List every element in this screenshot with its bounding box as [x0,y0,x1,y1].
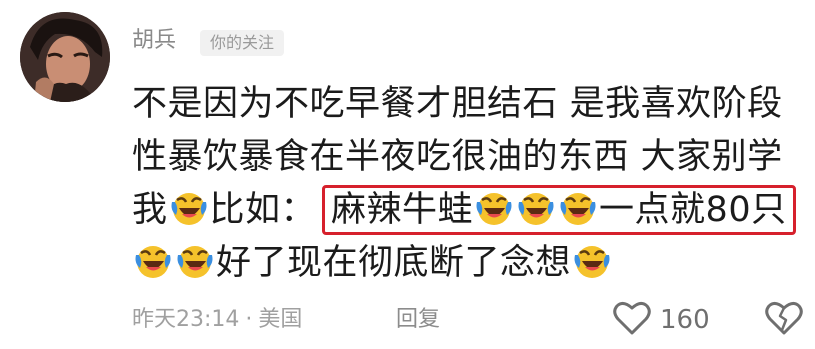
comment-meta: 昨天23:14 · 美国 [132,304,302,336]
highlight-text: 一点就80只 [599,190,787,230]
highlight-box: 麻辣牛蛙 一点就80只 [322,185,796,235]
laughing-tears-emoji-icon [558,188,598,228]
laughing-tears-emoji-icon [474,188,514,228]
avatar[interactable] [20,12,110,102]
location: 美国 [258,307,303,332]
laughing-tears-emoji-icon [133,241,173,281]
heart-icon[interactable] [612,300,652,340]
comment-text: 我 [132,190,168,230]
laughing-tears-emoji-icon [169,188,209,228]
comment-line-4: 好了现在彻底断了念想 [132,237,802,290]
comment-line-3: 我 比如： 麻辣牛蛙 一点就80只 [132,184,802,237]
reply-button[interactable]: 回复 [396,304,440,336]
laughing-tears-emoji-icon [572,241,612,281]
separator: · [245,307,253,332]
username[interactable]: 胡兵 [132,26,176,56]
comment-text: 比如： [209,190,317,230]
laughing-tears-emoji-icon [175,241,215,281]
timestamp: 昨天23:14 [132,307,240,332]
comment-line-1: 不是因为不吃早餐才胆结石 是我喜欢阶段 [132,84,783,124]
like-count: 160 [660,305,710,335]
comment-line-2: 性暴饮暴食在半夜吃很油的东西 大家别学 [132,137,783,177]
comment-body: 不是因为不吃早餐才胆结石 是我喜欢阶段 性暴饮暴食在半夜吃很油的东西 大家别学 … [132,78,802,290]
comment-text: 好了现在彻底断了念想 [216,243,572,283]
laughing-tears-emoji-icon [516,188,556,228]
follow-badge: 你的关注 [200,30,285,56]
broken-heart-icon[interactable] [764,301,804,340]
like-button[interactable]: 160 [612,300,710,340]
highlight-text: 麻辣牛蛙 [331,190,474,230]
dislike-button[interactable] [764,300,804,340]
